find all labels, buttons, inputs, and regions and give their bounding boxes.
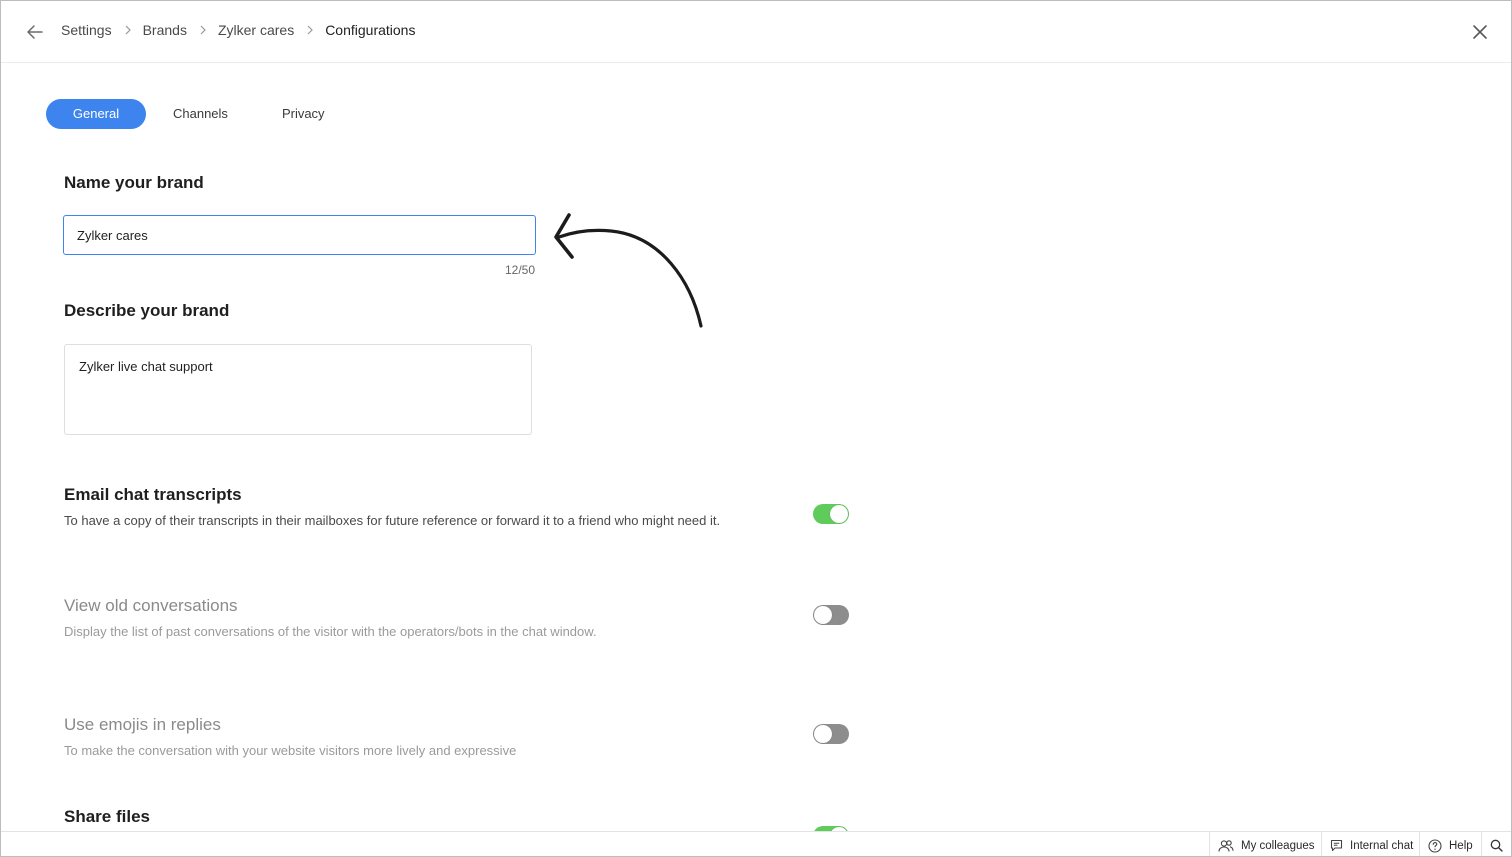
my-colleagues-button[interactable]: My colleagues bbox=[1209, 832, 1315, 856]
view-old-conversations-title: View old conversations bbox=[64, 596, 238, 615]
chevron-right-icon bbox=[307, 25, 314, 35]
breadcrumb-settings[interactable]: Settings bbox=[61, 22, 112, 38]
toggle-knob bbox=[830, 505, 848, 523]
help-label: Help bbox=[1449, 839, 1473, 852]
help-circle-icon bbox=[1428, 838, 1442, 853]
breadcrumb-brand[interactable]: Zylker cares bbox=[218, 22, 294, 38]
use-emojis-description: To make the conversation with your websi… bbox=[64, 743, 517, 758]
colleagues-icon bbox=[1218, 839, 1234, 852]
internal-chat-label: Internal chat bbox=[1350, 839, 1414, 852]
brand-description-heading: Describe your brand bbox=[64, 301, 230, 320]
toggle-knob bbox=[814, 725, 832, 743]
top-bar: Settings Brands Zylker cares Configurati… bbox=[1, 1, 1511, 63]
back-arrow-icon[interactable] bbox=[23, 20, 47, 44]
chat-bubble-icon bbox=[1330, 839, 1343, 852]
breadcrumb-configurations: Configurations bbox=[325, 22, 416, 38]
close-icon[interactable] bbox=[1469, 21, 1491, 43]
chevron-right-icon bbox=[200, 25, 206, 35]
breadcrumb: Settings Brands Zylker cares Configurati… bbox=[61, 22, 415, 38]
use-emojis-toggle[interactable] bbox=[813, 724, 849, 744]
help-button[interactable]: Help bbox=[1419, 832, 1473, 856]
configurations-window: Settings Brands Zylker cares Configurati… bbox=[0, 0, 1512, 857]
brand-description-textarea[interactable]: Zylker live chat support bbox=[64, 344, 532, 435]
email-transcripts-toggle[interactable] bbox=[813, 504, 849, 524]
chevron-right-icon bbox=[125, 25, 131, 35]
search-icon[interactable] bbox=[1481, 832, 1511, 856]
brand-name-input[interactable] bbox=[63, 215, 536, 255]
use-emojis-title: Use emojis in replies bbox=[64, 715, 221, 734]
view-old-conversations-description: Display the list of past conversations o… bbox=[64, 624, 597, 639]
view-old-conversations-toggle[interactable] bbox=[813, 605, 849, 625]
brand-name-char-counter: 12/50 bbox=[504, 263, 535, 277]
tab-bar: General Channels Privacy bbox=[46, 99, 325, 129]
breadcrumb-brands[interactable]: Brands bbox=[143, 22, 187, 38]
internal-chat-button[interactable]: Internal chat bbox=[1321, 832, 1414, 856]
email-transcripts-description: To have a copy of their transcripts in t… bbox=[64, 513, 721, 528]
tab-channels[interactable]: Channels bbox=[173, 99, 228, 129]
email-transcripts-title: Email chat transcripts bbox=[64, 485, 242, 504]
bottom-bar: My colleagues Internal chat Help bbox=[1, 831, 1511, 856]
annotation-arrow-icon bbox=[554, 213, 703, 328]
brand-name-heading: Name your brand bbox=[64, 173, 204, 192]
tab-general[interactable]: General bbox=[46, 99, 146, 129]
share-files-title: Share files bbox=[64, 807, 150, 826]
tab-privacy[interactable]: Privacy bbox=[282, 99, 325, 129]
toggle-knob bbox=[814, 606, 832, 624]
my-colleagues-label: My colleagues bbox=[1241, 839, 1315, 852]
